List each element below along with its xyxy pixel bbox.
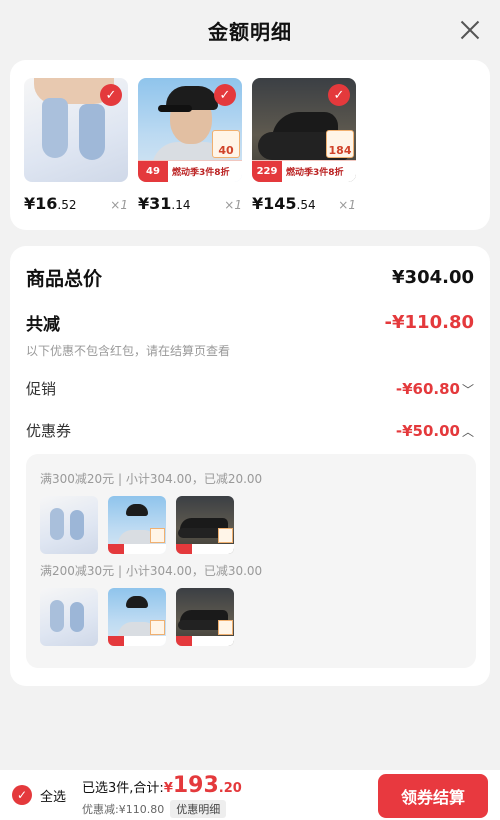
selected-text: 已选3件,合计: xyxy=(82,780,164,796)
page-title: 金额明细 xyxy=(208,19,292,44)
product-item-shoe[interactable]: 184 229 燃动季3件8折 ✓ ¥145.54 ×1 xyxy=(252,78,356,213)
checkmark-icon: ✓ xyxy=(12,785,32,805)
product-thumbnail xyxy=(40,588,98,646)
product-price: ¥16.52 xyxy=(24,194,77,213)
product-thumbnail xyxy=(108,496,166,554)
discount-detail-button[interactable]: 优惠明细 xyxy=(170,799,227,818)
discount-note: 以下优惠不包含红包，请在结算页查看 xyxy=(26,344,231,358)
coupon-label: 优惠券 xyxy=(26,422,72,440)
promo-label: 促销 xyxy=(26,380,57,398)
price-badge: 40 xyxy=(212,130,240,158)
coupon-product-list xyxy=(40,496,234,554)
checkout-button[interactable]: 领券结算 xyxy=(378,774,488,818)
coupon-value: -¥50.00 xyxy=(395,421,460,440)
product-price: ¥145.54 xyxy=(252,194,316,213)
price-badge: 184 xyxy=(326,130,354,158)
discount-value: -¥110.80 xyxy=(384,312,474,333)
select-all-toggle[interactable]: ✓ 全选 xyxy=(12,785,66,805)
total-value: ¥304.00 xyxy=(392,267,474,288)
coupon-details: 满300减20元 | 小计304.00，已减20.00 满200减30元 | 小… xyxy=(26,454,476,668)
product-price: ¥31.14 xyxy=(138,194,191,213)
product-image: 40 49 燃动季3件8折 ✓ xyxy=(138,78,242,182)
checkmark-icon[interactable]: ✓ xyxy=(214,84,236,106)
coupon-row[interactable]: 优惠券 -¥50.00 ︿ xyxy=(26,420,474,441)
product-thumbnail xyxy=(108,588,166,646)
coupon-line: 满300减20元 | 小计304.00，已减20.00 xyxy=(40,472,263,486)
product-thumbnail xyxy=(176,496,234,554)
total-label: 商品总价 xyxy=(26,268,103,290)
summary-card: 商品总价 ¥304.00 共减 -¥110.80 以下优惠不包含红包，请在结算页… xyxy=(10,246,490,686)
product-item-cap[interactable]: 40 49 燃动季3件8折 ✓ ¥31.14 ×1 xyxy=(138,78,242,213)
product-quantity: ×1 xyxy=(224,198,242,212)
total-amount: 193 xyxy=(172,772,219,798)
checkout-bar: ✓ 全选 已选3件,合计: ¥ 193 .20 优惠减:¥110.80 优惠明细… xyxy=(0,770,500,820)
saved-amount: 优惠减:¥110.80 xyxy=(82,802,165,816)
products-card: ✓ ¥16.52 ×1 40 49 燃动季3件8折 ✓ ¥31.14 ×1 18… xyxy=(10,60,490,230)
discount-label: 共减 xyxy=(26,315,60,335)
total-decimal: .20 xyxy=(218,780,242,796)
total-row: 商品总价 ¥304.00 xyxy=(26,264,474,291)
chevron-down-icon[interactable]: ﹀ xyxy=(462,383,474,397)
chevron-up-icon[interactable]: ︿ xyxy=(462,425,474,439)
header: 金额明细 xyxy=(0,0,500,60)
promo-value: -¥60.80 xyxy=(395,379,460,398)
coupon-product-list xyxy=(40,588,234,646)
discount-row: 共减 -¥110.80 xyxy=(26,310,474,335)
select-all-label: 全选 xyxy=(40,789,67,805)
checkmark-icon[interactable]: ✓ xyxy=(328,84,350,106)
checkmark-icon[interactable]: ✓ xyxy=(100,84,122,106)
product-thumbnail xyxy=(176,588,234,646)
product-thumbnail xyxy=(40,496,98,554)
total-summary: 已选3件,合计: ¥ 193 .20 优惠减:¥110.80 优惠明细 xyxy=(82,773,242,818)
product-quantity: ×1 xyxy=(110,198,128,212)
promo-tag: 49 燃动季3件8折 xyxy=(138,160,242,182)
product-image: 184 229 燃动季3件8折 ✓ xyxy=(252,78,356,182)
currency-symbol: ¥ xyxy=(163,780,173,796)
promo-row[interactable]: 促销 -¥60.80 ﹀ xyxy=(26,378,474,399)
product-item-socks[interactable]: ✓ ¥16.52 ×1 xyxy=(24,78,128,213)
coupon-line: 满200减30元 | 小计304.00，已减30.00 xyxy=(40,564,263,578)
promo-tag: 229 燃动季3件8折 xyxy=(252,160,356,182)
close-icon[interactable] xyxy=(458,18,482,42)
product-quantity: ×1 xyxy=(338,198,356,212)
product-image: ✓ xyxy=(24,78,128,182)
